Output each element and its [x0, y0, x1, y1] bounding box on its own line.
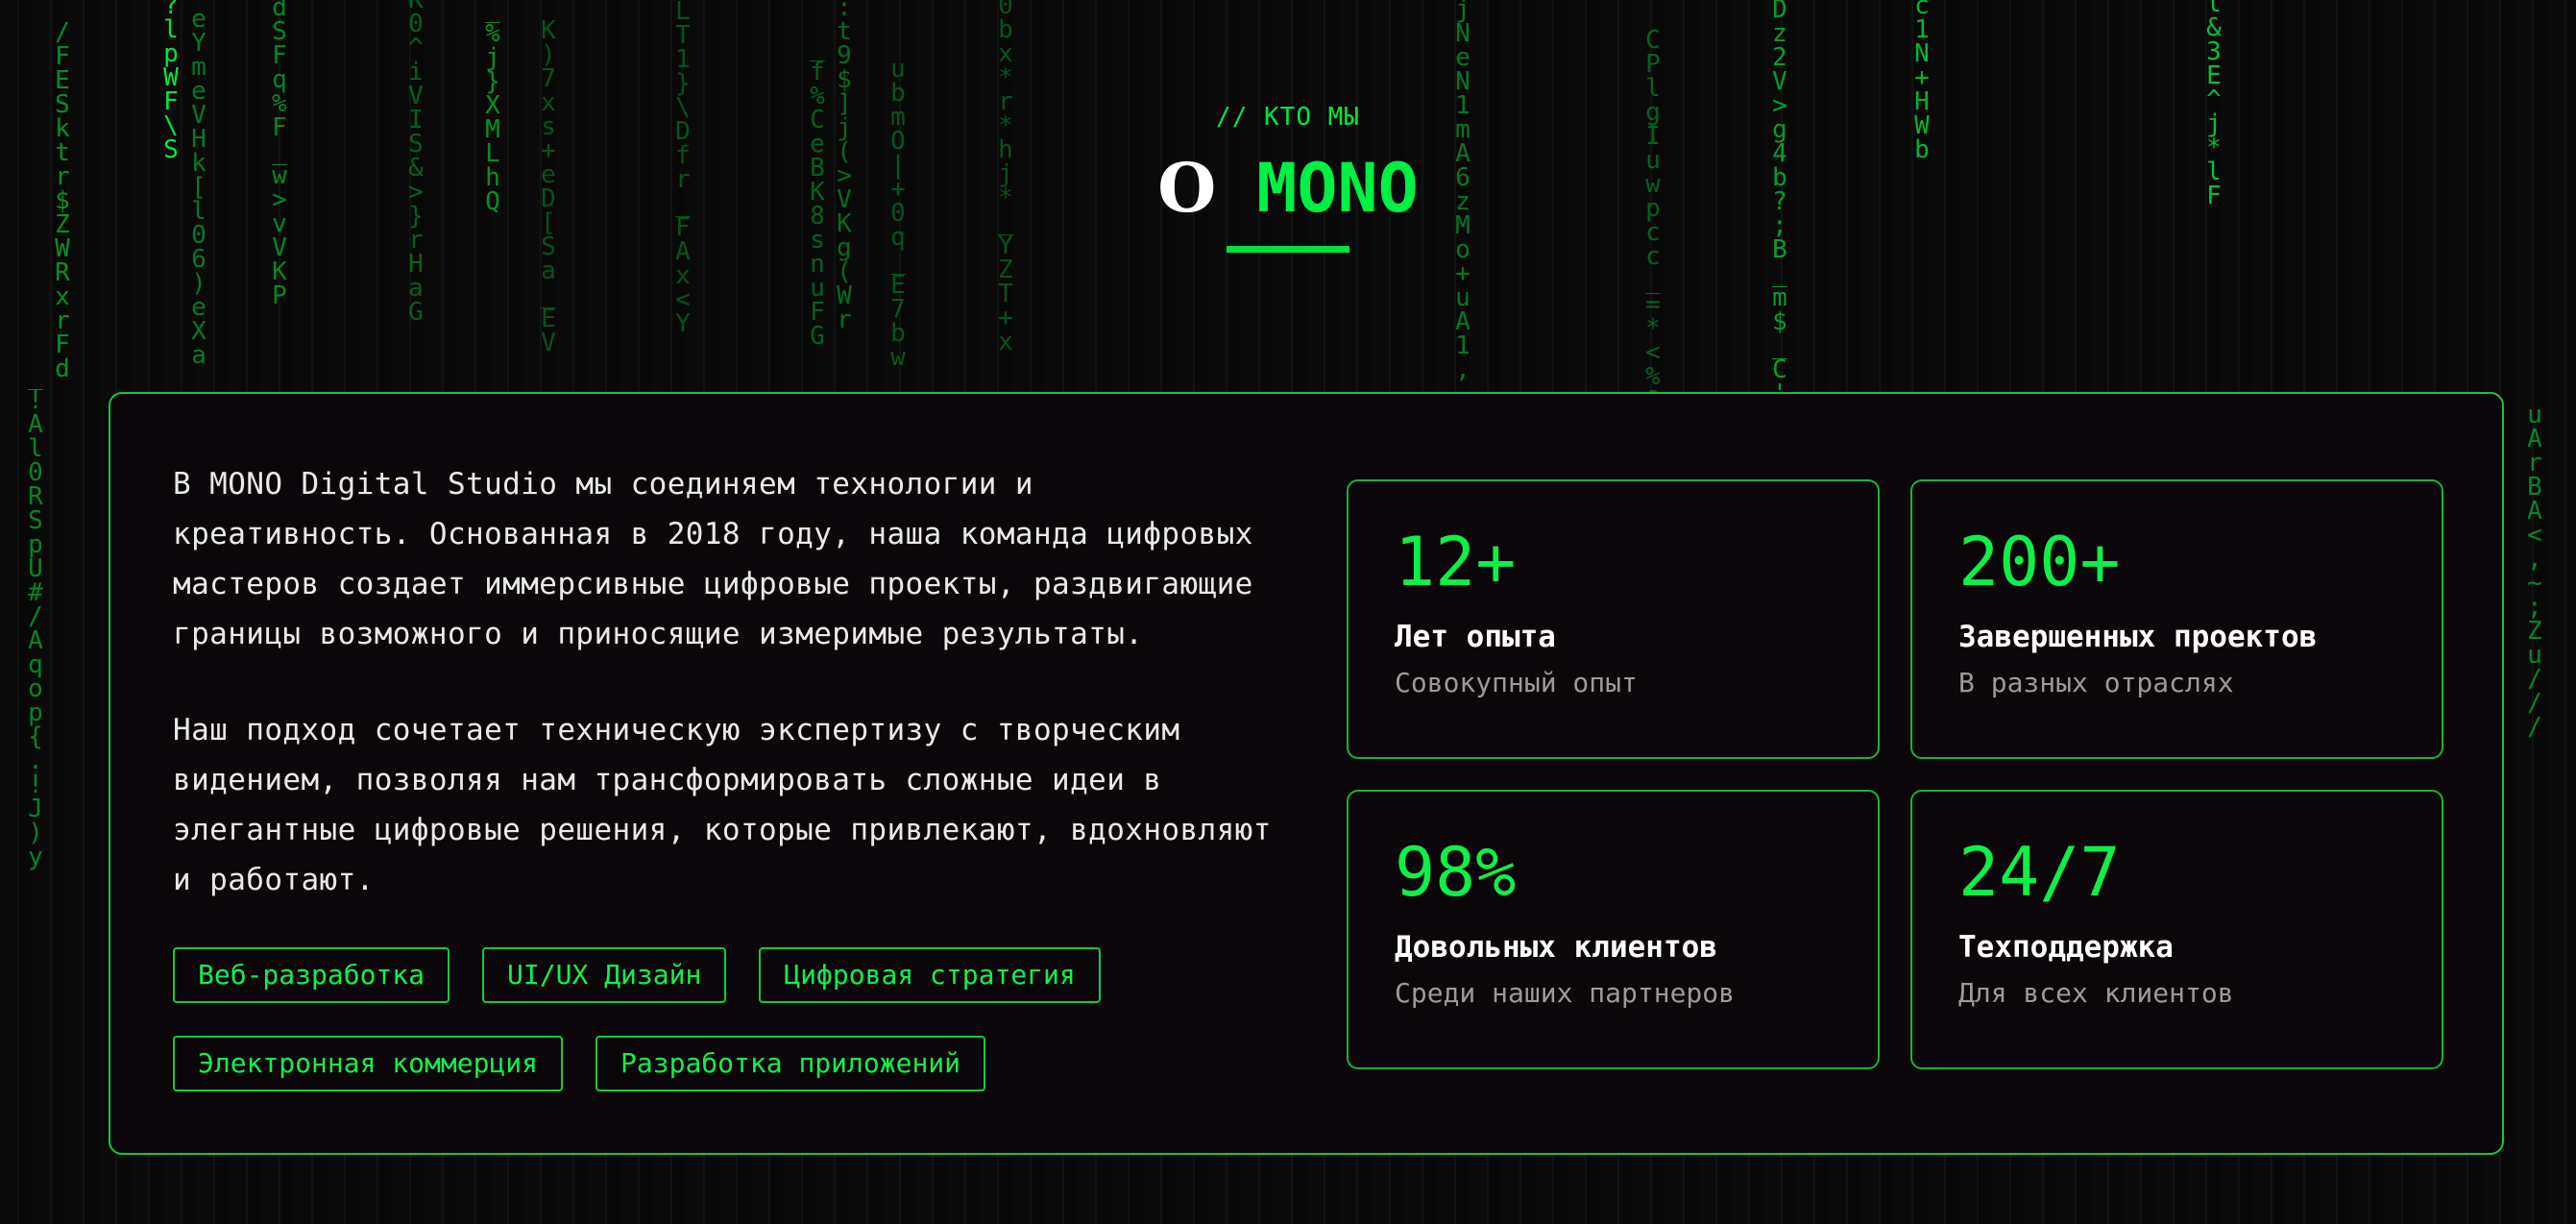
stat-card-clients: 98% Довольных клиентов Среди наших партн…	[1347, 790, 1880, 1069]
title-underline	[1227, 246, 1349, 253]
section-title: О MONO	[0, 148, 2576, 228]
stats-grid: 12+ Лет опыта Совокупный опыт 200+ Завер…	[1347, 479, 2443, 1069]
code-rain-glyph: G	[408, 298, 424, 327]
stat-card-projects: 200+ Завершенных проектов В разных отрас…	[1910, 479, 2443, 759]
stat-label: Техподдержка	[1958, 930, 2174, 965]
stat-value: 24/7	[1958, 833, 2121, 912]
stat-value: 98%	[1395, 833, 1517, 912]
stat-label: Довольных клиентов	[1395, 930, 1717, 965]
code-rain-glyph: a	[191, 341, 207, 370]
tag-app-development[interactable]: Разработка приложений	[595, 1036, 986, 1091]
code-rain-glyph: y	[28, 843, 43, 871]
stat-card-experience: 12+ Лет опыта Совокупный опыт	[1347, 479, 1880, 759]
tag-web-development[interactable]: Веб-разработка	[173, 947, 450, 1003]
code-rain-glyph: V	[541, 329, 556, 357]
tag-e-commerce[interactable]: Электронная коммерция	[173, 1036, 564, 1091]
section-header: // КТО МЫ О MONO	[0, 100, 2576, 253]
section-eyebrow: // КТО МЫ	[1216, 103, 1360, 132]
code-rain-glyph: d	[55, 355, 70, 383]
code-rain-glyph: G	[810, 322, 825, 351]
code-rain-glyph: r	[837, 306, 852, 334]
title-brand: MONO	[1256, 149, 1419, 228]
code-rain-glyph: x	[998, 328, 1013, 356]
stat-description: В разных отраслях	[1958, 667, 2234, 698]
code-rain-column: _! Al 0 R Sp U # / Aq o p{.! J) y	[23, 364, 48, 871]
about-text: В MONO Digital Studio мы соединяем техно…	[173, 459, 1277, 951]
code-rain-glyph: w	[890, 343, 906, 372]
code-rain-glyph: /	[2527, 713, 2542, 742]
about-panel: В MONO Digital Studio мы соединяем техно…	[109, 392, 2504, 1155]
code-rain-glyph: P	[272, 282, 287, 310]
about-paragraph: Наш подход сочетает техническую эксперти…	[173, 713, 1272, 897]
stat-card-support: 24/7 Техподдержка Для всех клиентов	[1910, 790, 2443, 1069]
stat-description: Для всех клиентов	[1958, 977, 2234, 1009]
code-rain-glyph: Y	[675, 309, 691, 338]
stat-label: Завершенных проектов	[1958, 620, 2318, 654]
about-paragraph: В MONO Digital Studio мы соединяем техно…	[173, 467, 1253, 651]
service-tags: Веб-разработка UI/UX Дизайн Цифровая стр…	[173, 947, 1277, 1091]
stat-label: Лет опыта	[1395, 620, 1556, 654]
code-rain-column: u Ar B A <, ~; Zu / / /	[2522, 403, 2547, 742]
title-prefix: О	[1157, 148, 1217, 228]
stat-value: 200+	[1958, 523, 2121, 601]
stat-description: Совокупный опыт	[1395, 667, 1638, 698]
stat-description: Среди наших партнеров	[1395, 977, 1736, 1009]
tag-ui-ux-design[interactable]: UI/UX Дизайн	[482, 947, 727, 1003]
stat-value: 12+	[1395, 523, 1517, 601]
tag-digital-strategy[interactable]: Цифровая стратегия	[759, 947, 1101, 1003]
